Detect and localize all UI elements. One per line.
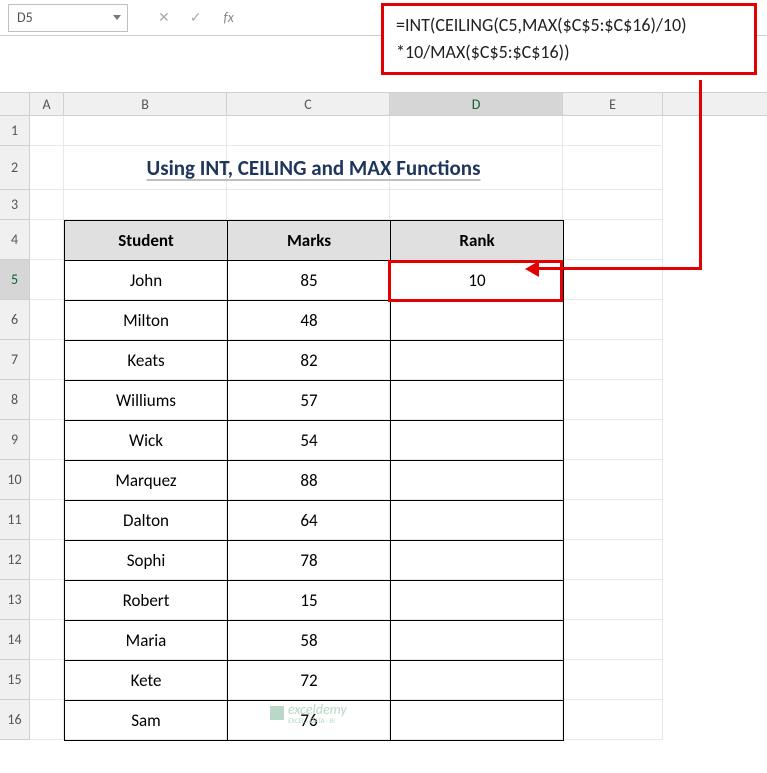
row-numbers: 1 2 3 4 5 6 7 8 9 10 11 12 13 14 15 16 — [0, 116, 30, 740]
cell-rank[interactable] — [391, 341, 564, 381]
table-row: Kete72 — [65, 661, 564, 701]
enter-icon[interactable]: ✓ — [190, 9, 202, 26]
formula-box: =INT(CEILING(C5,MAX($C$5:$C$16)/10) *10/… — [381, 3, 757, 75]
watermark-logo-icon — [270, 706, 284, 720]
formula-text-line1: =INT(CEILING(C5,MAX($C$5:$C$16)/10) — [396, 12, 742, 39]
table-row: Keats82 — [65, 341, 564, 381]
table-row: Wick54 — [65, 421, 564, 461]
table-row: Williums57 — [65, 381, 564, 421]
cell-student[interactable]: Robert — [65, 581, 228, 621]
cell-rank[interactable] — [391, 701, 564, 741]
row-num-4[interactable]: 4 — [0, 220, 29, 260]
column-headers: A B C D E — [0, 92, 767, 116]
cell-rank[interactable] — [391, 381, 564, 421]
table-row: Milton48 — [65, 301, 564, 341]
name-box-value: D5 — [17, 9, 33, 26]
header-marks[interactable]: Marks — [228, 221, 391, 261]
formula-toolbar-icons: ✕ ✓ — [158, 9, 201, 26]
table-row: John8510 — [65, 261, 564, 301]
watermark: exceldemy EXCEL · DATA · BI — [270, 701, 347, 725]
cell-student[interactable]: Wick — [65, 421, 228, 461]
table-row: Sophi78 — [65, 541, 564, 581]
col-header-c[interactable]: C — [227, 93, 390, 115]
cell-student[interactable]: Sophi — [65, 541, 228, 581]
row-num-12[interactable]: 12 — [0, 540, 29, 580]
formula-text-line2: *10/MAX($C$5:$C$16)) — [396, 39, 742, 66]
row-num-10[interactable]: 10 — [0, 460, 29, 500]
cell-rank[interactable] — [391, 661, 564, 701]
callout-line-horizontal — [534, 267, 702, 270]
cell-rank[interactable] — [391, 541, 564, 581]
row-num-8[interactable]: 8 — [0, 380, 29, 420]
cell-student[interactable]: Milton — [65, 301, 228, 341]
row-num-14[interactable]: 14 — [0, 620, 29, 660]
header-rank[interactable]: Rank — [391, 221, 564, 261]
cell-student[interactable]: Dalton — [65, 501, 228, 541]
col-header-e[interactable]: E — [563, 93, 663, 115]
cell-student[interactable]: John — [65, 261, 228, 301]
row-num-7[interactable]: 7 — [0, 340, 29, 380]
table-row: Marquez88 — [65, 461, 564, 501]
cancel-icon[interactable]: ✕ — [158, 9, 170, 26]
row-num-9[interactable]: 9 — [0, 420, 29, 460]
cell-marks[interactable]: 54 — [228, 421, 391, 461]
cell-student[interactable]: Kete — [65, 661, 228, 701]
cell-student[interactable]: Marquez — [65, 461, 228, 501]
cell-marks[interactable]: 64 — [228, 501, 391, 541]
col-header-d[interactable]: D — [390, 93, 563, 115]
name-box[interactable]: D5 — [8, 4, 128, 32]
row-num-13[interactable]: 13 — [0, 580, 29, 620]
cell-marks[interactable]: 82 — [228, 341, 391, 381]
cell-student[interactable]: Keats — [65, 341, 228, 381]
row-num-16[interactable]: 16 — [0, 700, 29, 740]
sheet-title: Using INT, CEILING and MAX Functions — [64, 146, 563, 190]
cell-marks[interactable]: 85 — [228, 261, 391, 301]
row-num-2[interactable]: 2 — [0, 146, 29, 190]
callout-arrow-icon — [525, 261, 539, 277]
fx-icon[interactable]: fx — [223, 9, 233, 26]
data-table: Student Marks Rank John8510 Milton48 Kea… — [64, 220, 564, 741]
cell-rank[interactable] — [391, 621, 564, 661]
col-header-b[interactable]: B — [64, 93, 227, 115]
cell-rank[interactable] — [391, 501, 564, 541]
table-row: Robert15 — [65, 581, 564, 621]
cell-student[interactable]: Williums — [65, 381, 228, 421]
col-header-a[interactable]: A — [30, 93, 64, 115]
table-row: Maria58 — [65, 621, 564, 661]
table-header-row: Student Marks Rank — [65, 221, 564, 261]
cell-rank[interactable] — [391, 461, 564, 501]
cell-marks[interactable]: 78 — [228, 541, 391, 581]
row-num-11[interactable]: 11 — [0, 500, 29, 540]
cell-rank[interactable] — [391, 301, 564, 341]
header-student[interactable]: Student — [65, 221, 228, 261]
formula-callout: =INT(CEILING(C5,MAX($C$5:$C$16)/10) *10/… — [381, 3, 757, 75]
cell-marks[interactable]: 15 — [228, 581, 391, 621]
callout-line-vertical — [699, 80, 702, 270]
cell-marks[interactable]: 48 — [228, 301, 391, 341]
cell-student[interactable]: Maria — [65, 621, 228, 661]
cell-marks[interactable]: 88 — [228, 461, 391, 501]
row-num-15[interactable]: 15 — [0, 660, 29, 700]
row-num-3[interactable]: 3 — [0, 190, 29, 220]
spreadsheet-grid: 1 2 3 4 5 6 7 8 9 10 11 12 13 14 15 16 U… — [0, 116, 767, 740]
row-num-6[interactable]: 6 — [0, 300, 29, 340]
cell-marks[interactable]: 57 — [228, 381, 391, 421]
table-row: Dalton64 — [65, 501, 564, 541]
row-num-1[interactable]: 1 — [0, 116, 29, 146]
cell-rank[interactable] — [391, 581, 564, 621]
cell-marks[interactable]: 58 — [228, 621, 391, 661]
row-num-5[interactable]: 5 — [0, 260, 29, 300]
cell-student[interactable]: Sam — [65, 701, 228, 741]
cell-marks[interactable]: 72 — [228, 661, 391, 701]
cell-rank[interactable] — [391, 421, 564, 461]
